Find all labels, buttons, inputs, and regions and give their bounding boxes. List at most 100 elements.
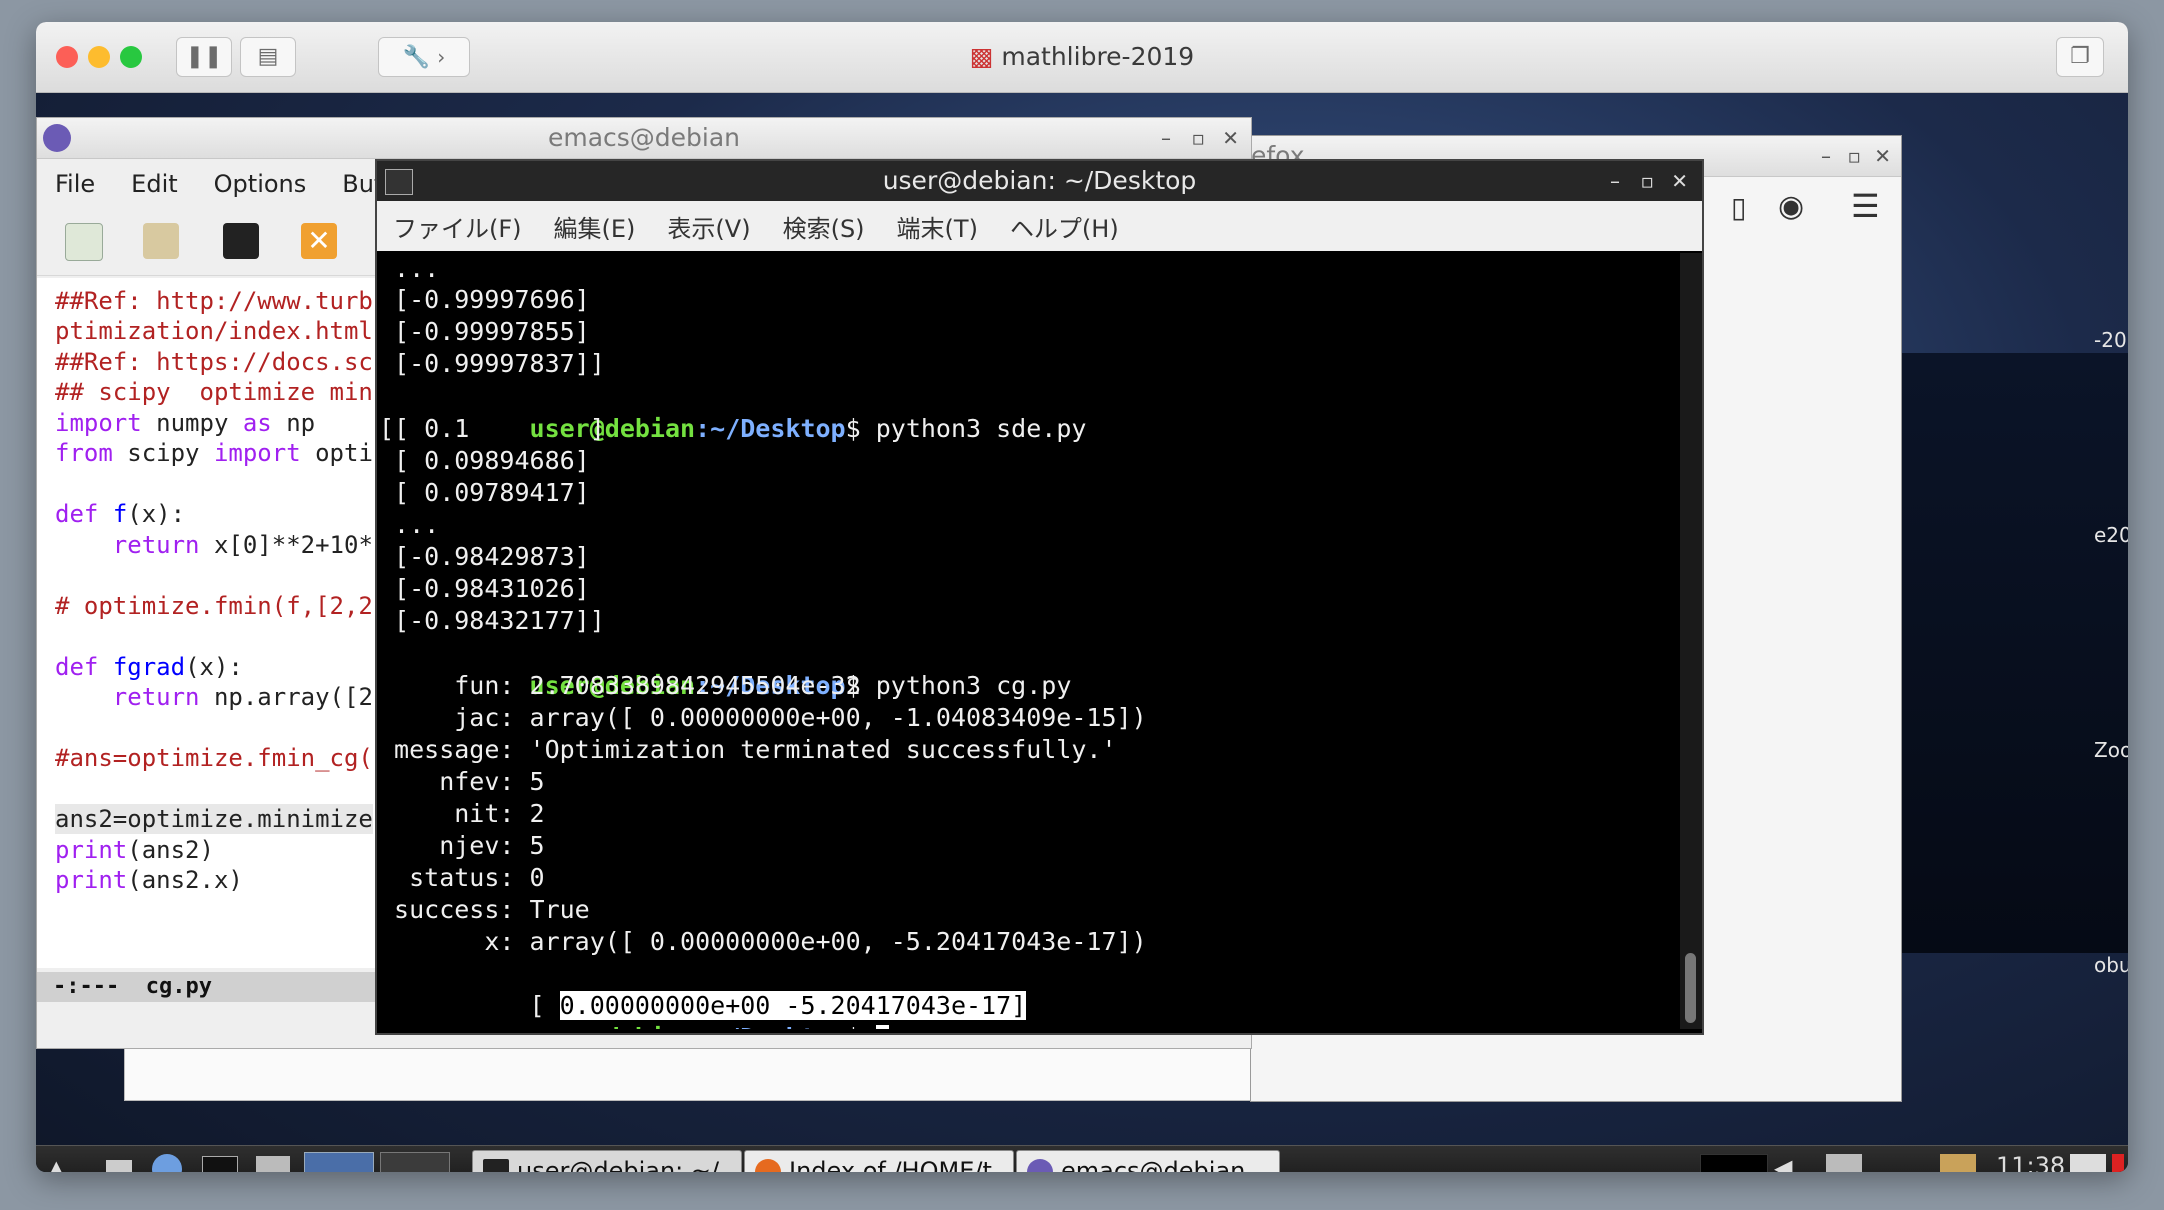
emacs-titlebar: emacs@debian – ▫ ✕ bbox=[37, 118, 1251, 159]
maximize-icon[interactable]: ▫ bbox=[1191, 118, 1205, 158]
terminal-line: status: 0 bbox=[379, 863, 545, 892]
terminal-line: [-0.99997837]] bbox=[379, 349, 605, 378]
browser-icon[interactable] bbox=[152, 1154, 182, 1172]
sidebar-icon[interactable]: ▯ bbox=[1731, 191, 1746, 224]
minimize-icon[interactable]: – bbox=[1161, 118, 1171, 158]
code-line: ##Ref: https://docs.sc bbox=[55, 348, 373, 376]
terminal-line: jac: array([ 0.00000000e+00, -1.04083409… bbox=[379, 703, 1147, 732]
scrollbar-thumb[interactable] bbox=[1685, 953, 1696, 1023]
terminal-launcher-icon[interactable] bbox=[202, 1156, 238, 1172]
menu-edit[interactable]: 編集(E) bbox=[554, 209, 636, 244]
terminal-icon bbox=[483, 1159, 509, 1172]
terminal-line: [-0.98431026] bbox=[379, 574, 590, 603]
menu-file[interactable]: File bbox=[55, 170, 95, 198]
code-line: return np.array([2 bbox=[112, 683, 373, 711]
task-label: emacs@debian bbox=[1061, 1157, 1246, 1172]
guest-desktop: -20 e20 Zoo obu ron z efox – ▫ ✕ ▯ ◉ ☰ bbox=[36, 93, 2128, 1172]
terminal-line: njev: 5 bbox=[379, 831, 545, 860]
terminal-scrollbar[interactable] bbox=[1680, 253, 1702, 1029]
taskbar-item-emacs[interactable]: emacs@debian bbox=[1016, 1150, 1280, 1172]
menu-edit[interactable]: Edit bbox=[131, 170, 177, 198]
vm-titlebar: ❚❚ ▤ 🔧 › ▩ mathlibre-2019 ❐ bbox=[36, 22, 2128, 93]
emacs-app-icon bbox=[43, 124, 71, 152]
fullscreen-icon: ❐ bbox=[2070, 44, 2090, 69]
code-line: print(ans2) bbox=[55, 836, 214, 864]
terminal-line: [ 0.09894686] bbox=[379, 446, 590, 475]
minimize-icon[interactable]: – bbox=[1610, 161, 1620, 201]
workspace-icon[interactable] bbox=[380, 1152, 450, 1172]
code-line: return x[0]**2+10* bbox=[112, 531, 373, 559]
terminal-titlebar: user@debian: ~/Desktop – ▫ ✕ bbox=[377, 161, 1702, 201]
desktop-label: Zoo bbox=[2094, 738, 2128, 762]
terminal-prompt-line: user@debian:~/Desktop$ python3 sde.py bbox=[379, 381, 1087, 443]
clipboard-icon[interactable] bbox=[1940, 1154, 1976, 1172]
taskbar: ▲ user@debian: ~/… Index of /HOME/t… ema… bbox=[36, 1145, 2128, 1172]
terminal-line: [ 0.09789417] bbox=[379, 478, 590, 507]
prompt-path: :~/Desktop bbox=[695, 1023, 846, 1029]
emacs-icon bbox=[1027, 1159, 1053, 1172]
terminal-line: message: 'Optimization terminated succes… bbox=[379, 735, 1117, 764]
terminal-window: user@debian: ~/Desktop – ▫ ✕ ファイル(F) 編集(… bbox=[375, 159, 1704, 1035]
network-icon[interactable] bbox=[1826, 1154, 1862, 1172]
prompt-path: :~/Desktop bbox=[695, 414, 846, 443]
terminal-line: [-0.99997855] bbox=[379, 317, 590, 346]
new-file-icon[interactable] bbox=[65, 223, 103, 261]
taskbar-item-terminal[interactable]: user@debian: ~/… bbox=[472, 1150, 742, 1172]
code-line: ptimization/index.html bbox=[55, 317, 373, 345]
app-menu-icon[interactable]: ▲ bbox=[44, 1152, 69, 1172]
emacs-title: emacs@debian bbox=[547, 123, 741, 152]
command-text: python3 cg.py bbox=[860, 671, 1072, 700]
prompt-symbol: $ bbox=[845, 414, 861, 443]
close-buffer-icon[interactable]: ✕ bbox=[301, 223, 337, 259]
desktop-label: obu bbox=[2094, 953, 2128, 977]
code-line: def f(x): bbox=[55, 500, 186, 528]
modeline-text: -:--- cg.py bbox=[53, 974, 212, 999]
code-line: ##Ref: http://www.turb bbox=[55, 287, 373, 315]
terminal-line: [[ 0.1 ] bbox=[379, 414, 605, 443]
file-manager-icon[interactable] bbox=[106, 1160, 132, 1172]
open-folder-icon[interactable] bbox=[143, 223, 179, 259]
terminal-line: ... bbox=[379, 510, 440, 539]
prompt-user: user@debian bbox=[530, 1023, 696, 1029]
desktop-label: -20 bbox=[2094, 328, 2127, 352]
close-icon[interactable]: ✕ bbox=[1671, 161, 1688, 201]
code-line: def fgrad(x): bbox=[55, 653, 243, 681]
workspace-icon[interactable] bbox=[304, 1152, 374, 1172]
menu-options[interactable]: Options bbox=[214, 170, 307, 198]
firefox-icon bbox=[755, 1159, 781, 1172]
menu-search[interactable]: 検索(S) bbox=[783, 209, 865, 244]
maximize-icon[interactable]: ▫ bbox=[1640, 161, 1654, 201]
close-icon[interactable]: ✕ bbox=[1874, 136, 1891, 176]
code-line: print(ans2.x) bbox=[55, 866, 243, 894]
menu-help[interactable]: ヘルプ(H) bbox=[1010, 209, 1119, 244]
minimize-icon[interactable]: – bbox=[1821, 136, 1831, 176]
terminal-line: [-0.99997696] bbox=[379, 285, 590, 314]
prompt-symbol: $ bbox=[846, 1023, 861, 1029]
power-icon[interactable] bbox=[2112, 1154, 2124, 1172]
terminal-output[interactable]: ... [-0.99997696] [-0.99997855] [-0.9999… bbox=[377, 253, 1677, 1029]
terminal-prompt-line: user@debian:~/Desktop$ python3 cg.py bbox=[379, 638, 1072, 700]
terminal-menubar: ファイル(F) 編集(E) 表示(V) 検索(S) 端末(T) ヘルプ(H) bbox=[377, 201, 1702, 251]
terminal-line: success: True bbox=[379, 895, 590, 924]
maximize-icon[interactable]: ▫ bbox=[1847, 136, 1861, 176]
menu-terminal[interactable]: 端末(T) bbox=[897, 209, 978, 244]
desktop-wallpaper-mountain bbox=[1866, 353, 2128, 953]
task-label: Index of /HOME/t… bbox=[789, 1157, 1014, 1172]
taskbar-item-firefox[interactable]: Index of /HOME/t… bbox=[744, 1150, 1014, 1172]
menu-file[interactable]: ファイル(F) bbox=[393, 209, 522, 244]
desktop-label: e20 bbox=[2094, 523, 2128, 547]
save-icon[interactable] bbox=[223, 223, 259, 259]
terminal-title: user@debian: ~/Desktop bbox=[882, 166, 1197, 195]
fullscreen-button[interactable]: ❐ bbox=[2056, 37, 2104, 77]
code-line: ans2=optimize.minimize bbox=[55, 804, 373, 834]
menu-view[interactable]: 表示(V) bbox=[667, 209, 750, 244]
vm-title-text: mathlibre-2019 bbox=[1001, 42, 1195, 71]
hamburger-menu-icon[interactable]: ☰ bbox=[1851, 187, 1880, 225]
windows-icon[interactable] bbox=[256, 1156, 290, 1172]
account-icon[interactable]: ◉ bbox=[1778, 189, 1804, 224]
keyboard-layout-icon[interactable] bbox=[2070, 1154, 2106, 1172]
close-icon[interactable]: ✕ bbox=[1222, 118, 1239, 158]
document-icon: ▩ bbox=[969, 42, 994, 71]
terminal-line: [ 0.00000000e+00 -5.20417043e-17] bbox=[379, 958, 1027, 1020]
volume-icon[interactable]: ◀ bbox=[1774, 1154, 1792, 1172]
